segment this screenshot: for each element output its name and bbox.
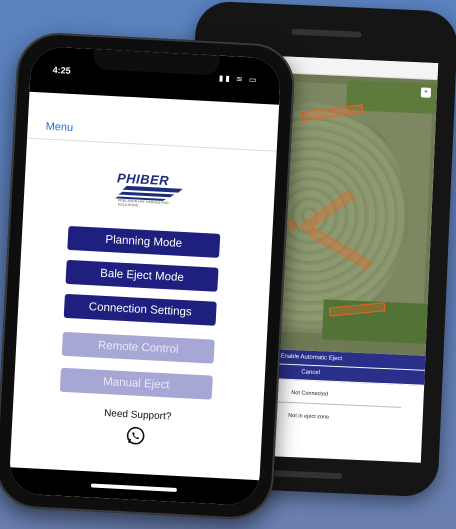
support-label: Need Support? — [103, 408, 172, 423]
menu-link[interactable]: Menu — [45, 121, 73, 134]
zoom-in-button[interactable]: + — [420, 87, 432, 98]
divider — [27, 137, 277, 152]
speaker-grille — [272, 470, 343, 480]
bale-eject-mode-button[interactable]: Bale Eject Mode — [65, 259, 219, 292]
signal-wifi-battery-icon: ▮▮ ≋ ▭ — [218, 73, 259, 85]
remote-control-button[interactable]: Remote Control — [61, 331, 215, 364]
app-screen: 4:25 ▮▮ ≋ ▭ Menu PHIBER PRECISION HAY HA… — [8, 45, 282, 507]
connection-settings-button[interactable]: Connection Settings — [63, 293, 217, 326]
whatsapp-icon[interactable] — [125, 425, 146, 446]
speaker-grille — [291, 28, 362, 38]
front-phone: 4:25 ▮▮ ≋ ▭ Menu PHIBER PRECISION HAY HA… — [0, 31, 297, 521]
phiber-logo: PHIBER PRECISION HAY HARVESTING SOLUTION… — [112, 168, 190, 212]
manual-eject-button[interactable]: Manual Eject — [59, 367, 213, 400]
logo-wordmark: PHIBER — [116, 170, 170, 189]
status-time: 4:25 — [52, 64, 71, 76]
planning-mode-button[interactable]: Planning Mode — [67, 225, 221, 258]
